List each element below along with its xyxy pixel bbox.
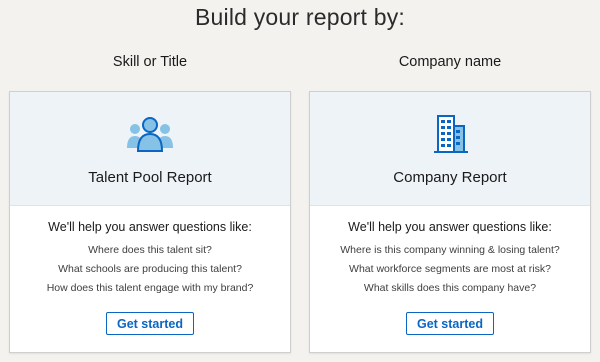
question-item: What schools are producing this talent? [58, 263, 242, 275]
question-item: Where does this talent sit? [88, 244, 212, 256]
company-report-card: Company Report We'll help you answer que… [309, 91, 591, 353]
card-header: Talent Pool Report [10, 92, 290, 206]
card-header: Company Report [310, 92, 590, 206]
column-heading-skill-or-title: Skill or Title [112, 54, 188, 70]
get-started-company-button[interactable]: Get started [406, 312, 494, 335]
card-title: Company Report [393, 169, 507, 186]
question-item: How does this talent engage with my bran… [46, 282, 254, 294]
question-item: What workforce segments are most at risk… [349, 263, 551, 275]
card-subtitle: We'll help you answer questions like: [348, 220, 552, 234]
get-started-talent-pool-button[interactable]: Get started [106, 312, 194, 335]
people-group-icon [127, 117, 173, 152]
column-heading-company-name: Company name [398, 54, 502, 70]
talent-pool-report-card: Talent Pool Report We'll help you answer… [9, 91, 291, 353]
card-title: Talent Pool Report [88, 169, 212, 186]
page-title: Build your report by: [194, 4, 406, 30]
question-item: Where is this company winning & losing t… [340, 244, 560, 256]
building-icon [434, 115, 468, 153]
card-subtitle: We'll help you answer questions like: [48, 220, 252, 234]
question-item: What skills does this company have? [363, 282, 537, 294]
